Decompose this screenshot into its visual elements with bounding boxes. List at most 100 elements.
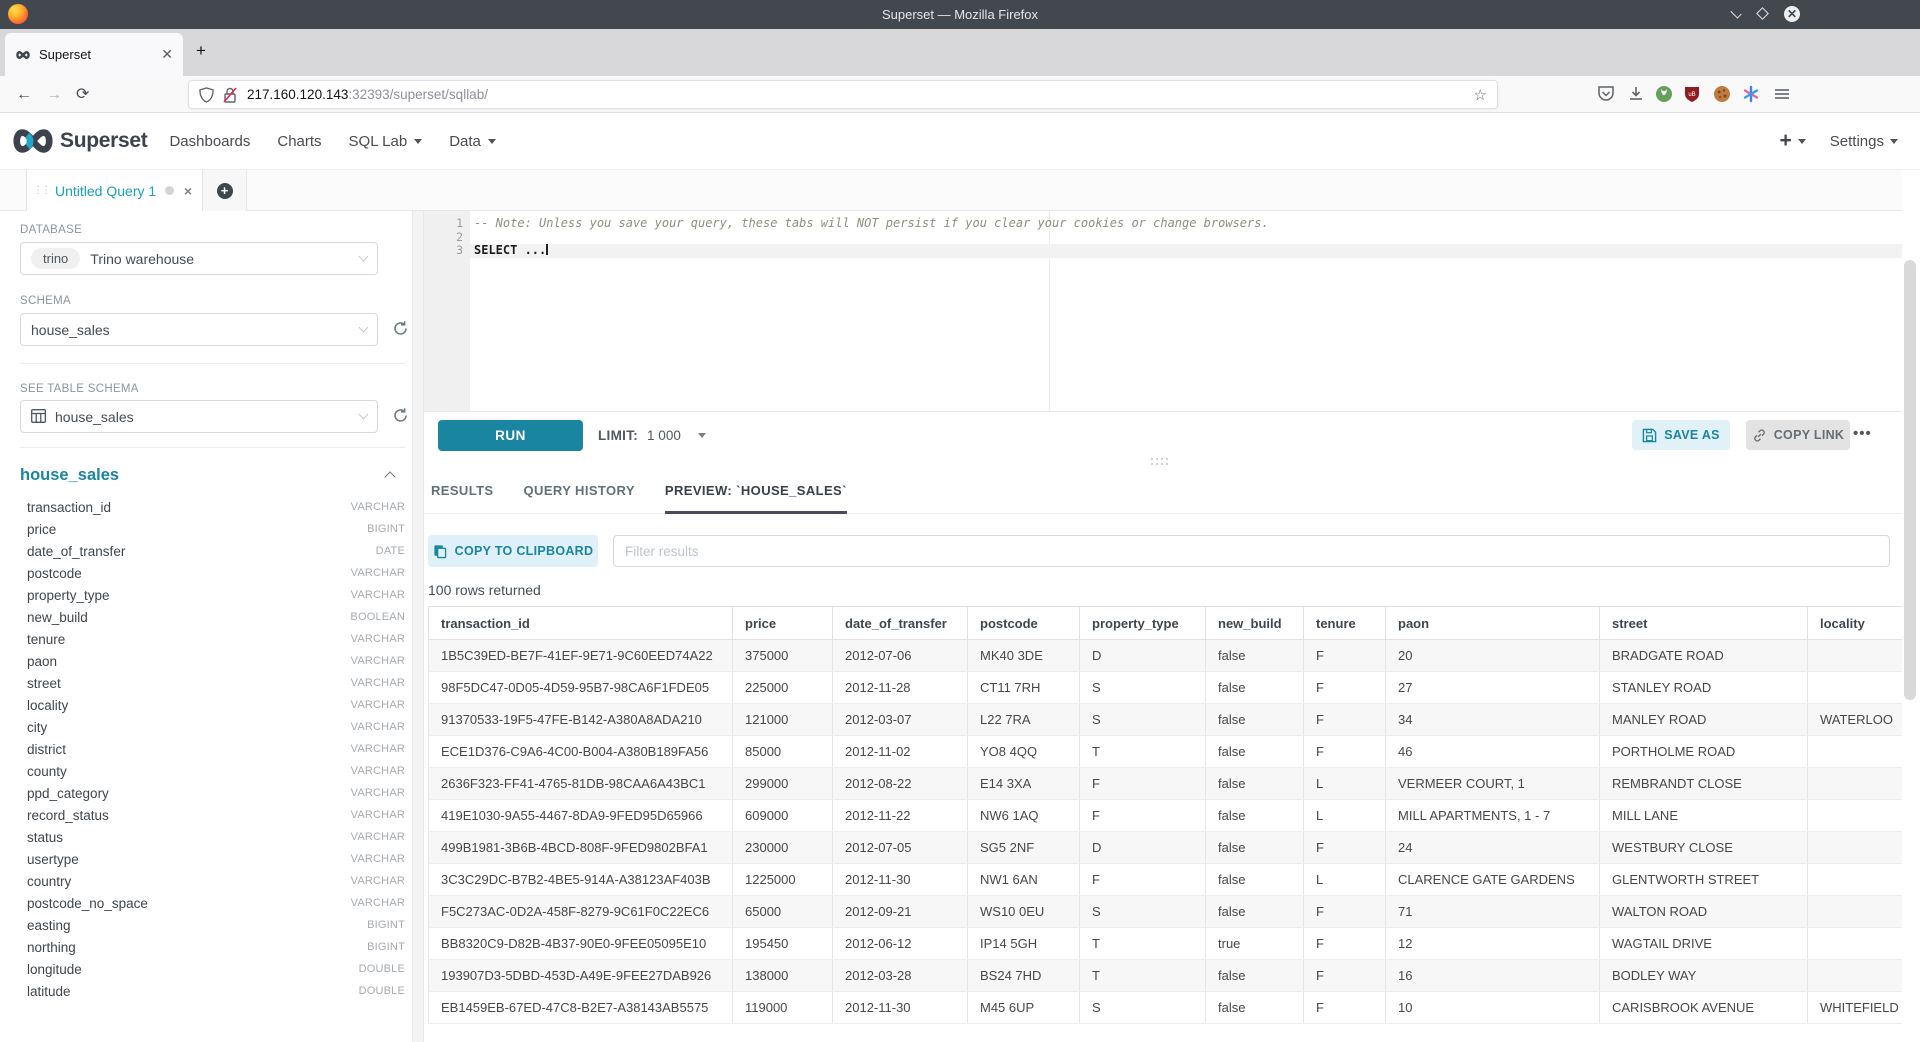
- table-column-row[interactable]: locality VARCHAR: [27, 694, 405, 716]
- table-select[interactable]: house_sales: [20, 400, 378, 433]
- table-column-row[interactable]: postcode VARCHAR: [27, 562, 405, 584]
- table-column-row[interactable]: longitude DOUBLE: [27, 958, 405, 980]
- back-icon[interactable]: ←: [16, 76, 32, 113]
- privacy-badge-icon[interactable]: [1655, 85, 1675, 105]
- column-header[interactable]: paon: [1386, 607, 1600, 640]
- table-column-row[interactable]: county VARCHAR: [27, 760, 405, 782]
- lock-crossed-icon[interactable]: [223, 87, 239, 103]
- more-dots-icon[interactable]: •••: [1853, 425, 1872, 442]
- table-column-row[interactable]: tenure VARCHAR: [27, 628, 405, 650]
- nav-item[interactable]: SQL Lab: [349, 133, 423, 150]
- table-row[interactable]: 2636F323-FF41-4765-81DB-98CAA6A43BC12990…: [429, 768, 1903, 800]
- table-row[interactable]: F5C273AC-0D2A-458F-8279-9C61F0C22EC66500…: [429, 896, 1903, 928]
- sidebar-scrollbar[interactable]: [412, 211, 424, 1042]
- table-column-row[interactable]: property_type VARCHAR: [27, 584, 405, 606]
- query-tab[interactable]: ⋮⋮ Untitled Query 1 ×: [26, 170, 203, 211]
- pane-resize-handle[interactable]: [1151, 458, 1168, 465]
- menu-icon[interactable]: [1773, 85, 1793, 105]
- refresh-table-icon[interactable]: [392, 407, 410, 425]
- table-column-row[interactable]: ppd_category VARCHAR: [27, 782, 405, 804]
- container-asterisk-icon[interactable]: [1742, 85, 1762, 105]
- url-field[interactable]: 217.160.120.143:32393/superset/sqllab/ ☆: [188, 80, 1498, 109]
- settings-menu[interactable]: Settings: [1830, 133, 1898, 150]
- table-row[interactable]: 1B5C39ED-BE7F-41EF-9E71-9C60EED74A223750…: [429, 640, 1903, 672]
- table-column-row[interactable]: easting BIGINT: [27, 914, 405, 936]
- table-row[interactable]: 193907D3-5DBD-453D-A49E-9FEE27DAB9261380…: [429, 960, 1903, 992]
- database-select[interactable]: trino Trino warehouse: [20, 242, 378, 275]
- shield-icon[interactable]: [199, 87, 215, 103]
- table-cell: [1808, 832, 1903, 864]
- column-header[interactable]: tenure: [1304, 607, 1386, 640]
- column-header[interactable]: postcode: [968, 607, 1080, 640]
- nav-item[interactable]: Data: [449, 133, 496, 150]
- table-column-row[interactable]: country VARCHAR: [27, 870, 405, 892]
- table-row[interactable]: 91370533-19F5-47FE-B142-A380A8ADA2101210…: [429, 704, 1903, 736]
- table-column-row[interactable]: record_status VARCHAR: [27, 804, 405, 826]
- schema-select[interactable]: house_sales: [20, 313, 378, 346]
- forward-icon[interactable]: →: [46, 76, 62, 113]
- minimize-icon[interactable]: [1730, 7, 1741, 18]
- table-row[interactable]: 98F5DC47-0D05-4D59-95B7-98CA6F1FDE052250…: [429, 672, 1903, 704]
- nav-item[interactable]: Charts: [277, 133, 321, 150]
- table-column-row[interactable]: price BIGINT: [27, 518, 405, 540]
- table-column-row[interactable]: city VARCHAR: [27, 716, 405, 738]
- new-query-tab-button[interactable]: +: [203, 170, 247, 211]
- table-column-row[interactable]: postcode_no_space VARCHAR: [27, 892, 405, 914]
- table-column-row[interactable]: district VARCHAR: [27, 738, 405, 760]
- sql-editor[interactable]: 1 2 3 -- Note: Unless you save your quer…: [424, 211, 1902, 412]
- results-tab[interactable]: RESULTS: [431, 483, 494, 514]
- table-column-row[interactable]: usertype VARCHAR: [27, 848, 405, 870]
- table-column-row[interactable]: transaction_id VARCHAR: [27, 496, 405, 518]
- column-header[interactable]: transaction_id: [429, 607, 733, 640]
- table-column-row[interactable]: street VARCHAR: [27, 672, 405, 694]
- table-column-row[interactable]: paon VARCHAR: [27, 650, 405, 672]
- table-column-row[interactable]: status VARCHAR: [27, 826, 405, 848]
- maximize-icon[interactable]: [1756, 7, 1769, 20]
- table-column-row[interactable]: date_of_transfer DATE: [27, 540, 405, 562]
- column-header[interactable]: date_of_transfer: [833, 607, 968, 640]
- table-column-row[interactable]: latitude DOUBLE: [27, 980, 405, 1002]
- download-icon[interactable]: [1627, 85, 1647, 105]
- table-row[interactable]: 499B1981-3B6B-4BCD-808F-9FED9802BFA12300…: [429, 832, 1903, 864]
- column-header[interactable]: street: [1600, 607, 1808, 640]
- table-row[interactable]: 3C3C29DC-B7B2-4BE5-914A-A38123AF403B1225…: [429, 864, 1903, 896]
- star-icon[interactable]: ☆: [1474, 86, 1487, 104]
- table-row[interactable]: 419E1030-9A55-4467-8DA9-9FED95D659666090…: [429, 800, 1903, 832]
- results-tab[interactable]: QUERY HISTORY: [524, 483, 635, 514]
- close-icon[interactable]: ✕: [1784, 6, 1800, 22]
- limit-dropdown[interactable]: LIMIT: 1 000: [598, 420, 706, 451]
- page-scrollbar[interactable]: [1904, 260, 1916, 700]
- table-column-row[interactable]: new_build BOOLEAN: [27, 606, 405, 628]
- table-row[interactable]: BB8320C9-D82B-4B37-90E0-9FEE05095E101954…: [429, 928, 1903, 960]
- query-tab-close-icon[interactable]: ×: [184, 183, 192, 199]
- column-header[interactable]: locality: [1808, 607, 1903, 640]
- add-new-button[interactable]: +: [1780, 129, 1806, 153]
- tab-close-icon[interactable]: ✕: [161, 46, 173, 63]
- window-titlebar[interactable]: Superset — Mozilla Firefox ✕: [0, 0, 1920, 29]
- column-header[interactable]: new_build: [1206, 607, 1304, 640]
- table-title[interactable]: house_sales: [20, 466, 119, 485]
- new-tab-button[interactable]: +: [190, 41, 212, 63]
- cookie-icon[interactable]: [1713, 85, 1733, 105]
- copy-link-button[interactable]: COPY LINK: [1746, 420, 1850, 450]
- save-as-button[interactable]: SAVE AS: [1632, 420, 1730, 450]
- nav-item[interactable]: Dashboards: [169, 133, 250, 150]
- results-tab[interactable]: PREVIEW: `HOUSE_SALES`: [665, 483, 847, 514]
- table-row[interactable]: ECE1D376-C9A6-4C00-B004-A380B189FA568500…: [429, 736, 1903, 768]
- refresh-schema-icon[interactable]: [392, 320, 410, 338]
- collapse-chevron-icon[interactable]: [384, 471, 395, 482]
- column-name: latitude: [27, 984, 359, 999]
- superset-logo[interactable]: Superset: [10, 126, 147, 156]
- pocket-icon[interactable]: [1597, 85, 1617, 105]
- reload-icon[interactable]: ⟳: [76, 76, 89, 113]
- copy-to-clipboard-button[interactable]: COPY TO CLIPBOARD: [428, 535, 598, 567]
- table-column-row[interactable]: northing BIGINT: [27, 936, 405, 958]
- column-header[interactable]: property_type: [1080, 607, 1206, 640]
- drag-handle-icon[interactable]: ⋮⋮: [33, 185, 49, 196]
- filter-results-input[interactable]: [613, 535, 1890, 567]
- table-row[interactable]: EB1459EB-67ED-47C8-B2E7-A38143AB55751190…: [429, 992, 1903, 1024]
- column-header[interactable]: price: [733, 607, 833, 640]
- adblock-shield-icon[interactable]: uB: [1683, 85, 1703, 105]
- browser-tab[interactable]: Superset ✕: [5, 33, 183, 76]
- run-button[interactable]: RUN: [438, 420, 583, 451]
